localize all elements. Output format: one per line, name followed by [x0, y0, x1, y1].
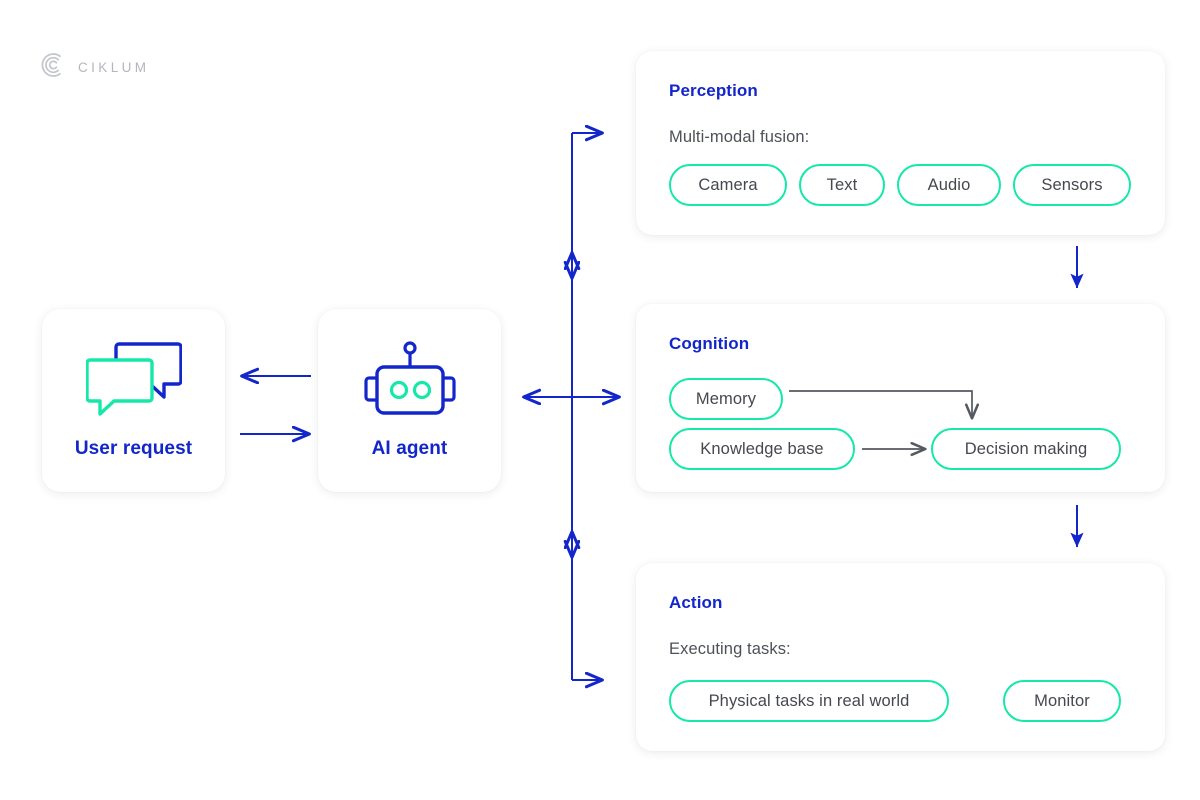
- pill-camera-label: Camera: [698, 175, 758, 194]
- pill-audio[interactable]: Audio: [897, 164, 1001, 206]
- perception-card[interactable]: Perception Multi-modal fusion: Camera Te…: [636, 51, 1165, 235]
- pill-decision-making-label: Decision making: [964, 439, 1088, 458]
- pill-monitor-label: Monitor: [1034, 691, 1090, 710]
- pill-audio-label: Audio: [927, 175, 971, 194]
- brand-wordmark: CIKLUM: [78, 60, 150, 75]
- cognition-card[interactable]: Cognition Memory Knowledge base Decision…: [636, 304, 1165, 492]
- chat-bubbles-icon: [84, 341, 183, 422]
- perception-subtitle: Multi-modal fusion:: [669, 128, 810, 146]
- pill-knowledge-base[interactable]: Knowledge base: [669, 428, 855, 470]
- pill-sensors[interactable]: Sensors: [1013, 164, 1131, 206]
- ai-agent-label: AI agent: [371, 438, 448, 459]
- pill-physical-tasks[interactable]: Physical tasks in real world: [669, 680, 949, 722]
- cognition-title: Cognition: [669, 334, 750, 353]
- user-request-card[interactable]: User request: [42, 309, 225, 492]
- pill-knowledge-base-label: Knowledge base: [700, 439, 824, 458]
- action-card[interactable]: Action Executing tasks: Physical tasks i…: [636, 563, 1165, 751]
- pill-text-label: Text: [826, 175, 858, 194]
- brand-logo: CIKLUM: [38, 52, 149, 83]
- pill-sensors-label: Sensors: [1041, 175, 1103, 194]
- pill-monitor[interactable]: Monitor: [1003, 680, 1121, 722]
- ai-agent-card[interactable]: AI agent: [318, 309, 501, 492]
- robot-head-icon: [362, 341, 458, 422]
- pill-memory-label: Memory: [695, 389, 757, 408]
- perception-title: Perception: [669, 81, 758, 100]
- pill-physical-tasks-label: Physical tasks in real world: [708, 691, 910, 710]
- pill-memory[interactable]: Memory: [669, 378, 783, 420]
- pill-camera[interactable]: Camera: [669, 164, 787, 206]
- pill-text[interactable]: Text: [799, 164, 885, 206]
- pill-decision-making[interactable]: Decision making: [931, 428, 1121, 470]
- user-request-label: User request: [74, 438, 193, 459]
- action-subtitle: Executing tasks:: [669, 640, 791, 658]
- ciklum-arcs-logo-icon: [38, 52, 64, 83]
- action-title: Action: [669, 593, 723, 612]
